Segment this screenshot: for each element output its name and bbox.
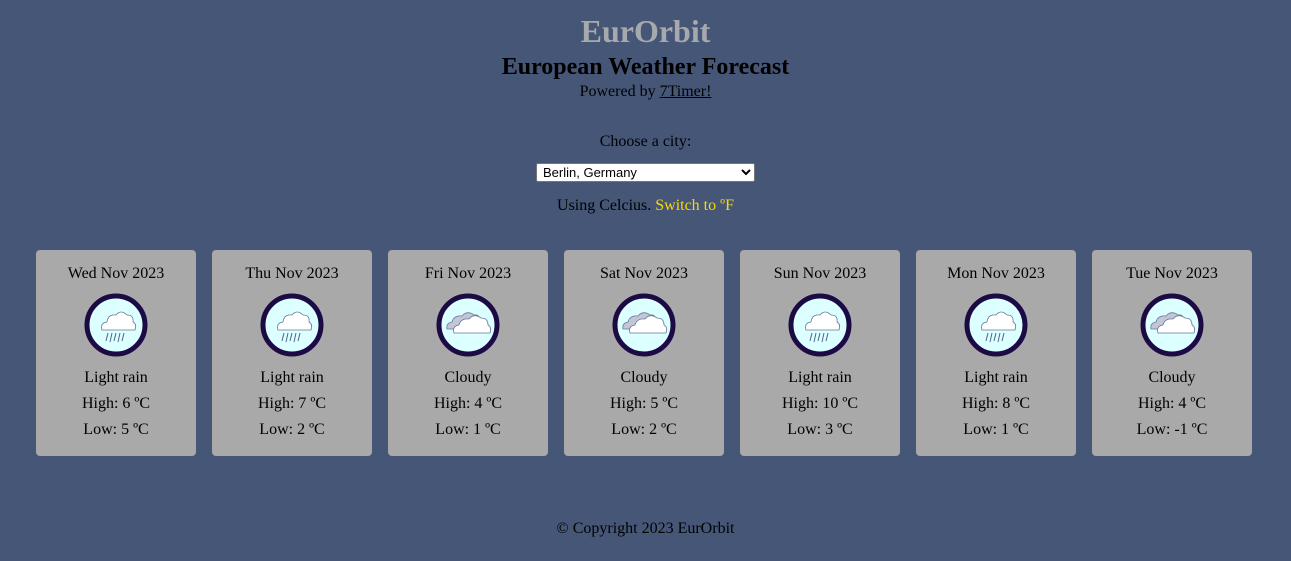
cloudy-icon [436, 293, 500, 357]
forecast-low: Low: -1 ºC [1136, 421, 1208, 438]
forecast-description: Light rain [964, 369, 1028, 386]
cloudy-icon [1140, 293, 1204, 357]
forecast-high: High: 4 ºC [433, 395, 503, 412]
forecast-low: Low: 1 ºC [963, 421, 1029, 438]
forecast-description: Cloudy [1148, 369, 1196, 386]
light-rain-icon [260, 293, 324, 357]
forecast-card: Fri Nov 2023 Cloudy High: 4 ºC Low: 1 ºC [388, 250, 548, 456]
brand-title: EurOrbit [580, 13, 711, 49]
cloudy-icon [612, 293, 676, 357]
forecast-date: Sun Nov 2023 [773, 265, 867, 282]
units-current: Using Celcius. [557, 197, 652, 214]
forecast-description: Cloudy [620, 369, 668, 386]
city-select[interactable]: Berlin, Germany [536, 163, 755, 182]
forecast-low: Low: 2 ºC [611, 421, 677, 438]
seven-timer-link[interactable]: 7Timer! [660, 83, 712, 100]
forecast-date: Mon Nov 2023 [947, 265, 1045, 282]
city-picker-label: Choose a city: [599, 133, 692, 150]
light-rain-icon [84, 293, 148, 357]
forecast-description: Cloudy [444, 369, 492, 386]
forecast-low: Low: 1 ºC [435, 421, 501, 438]
forecast-low: Low: 5 ºC [83, 421, 149, 438]
forecast-date: Tue Nov 2023 [1126, 265, 1218, 282]
forecast-cards: Wed Nov 2023 Light rain High: 6 ºC Low: 5 º… [36, 250, 1252, 456]
forecast-description: Light rain [788, 369, 852, 386]
city-picker: Berlin, Germany [0, 163, 1291, 182]
forecast-high: High: 8 ºC [961, 395, 1031, 412]
footer-copyright: © Copyright 2023 EurOrbit [556, 520, 735, 537]
forecast-card: Mon Nov 2023 Light rain High: 8 ºC Low: 1 º… [916, 250, 1076, 456]
forecast-high: High: 4 ºC [1137, 395, 1207, 412]
forecast-card: Wed Nov 2023 Light rain High: 6 ºC Low: 5 º… [36, 250, 196, 456]
forecast-card: Sun Nov 2023 Light rain High: 10 ºC Low: 3 … [740, 250, 900, 456]
forecast-date: Fri Nov 2023 [424, 265, 512, 282]
switch-units-link[interactable]: Switch to ºF [655, 197, 734, 214]
forecast-description: Light rain [84, 369, 148, 386]
page-header: EurOrbit European Weather Forecast Power… [0, 0, 1291, 102]
forecast-card: Sat Nov 2023 Cloudy High: 5 ºC Low: 2 ºC [564, 250, 724, 456]
light-rain-icon [964, 293, 1028, 357]
forecast-date: Sat Nov 2023 [600, 265, 688, 282]
forecast-date: Thu Nov 2023 [245, 265, 339, 282]
forecast-card: Tue Nov 2023 Cloudy High: 4 ºC Low: -1 ºC [1092, 250, 1252, 456]
page-subtitle: European Weather Forecast [501, 54, 790, 80]
powered-by: Powered by 7Timer! [0, 82, 1291, 102]
forecast-low: Low: 2 ºC [259, 421, 325, 438]
forecast-card: Thu Nov 2023 Light rain High: 7 ºC Low: 2 º… [212, 250, 372, 456]
powered-by-prefix: Powered by [579, 83, 660, 100]
forecast-description: Light rain [260, 369, 324, 386]
units-row: Using Celcius. Switch to ºF [0, 196, 1291, 216]
forecast-high: High: 7 ºC [257, 395, 327, 412]
forecast-high: High: 10 ºC [781, 395, 859, 412]
forecast-date: Wed Nov 2023 [67, 265, 165, 282]
light-rain-icon [788, 293, 852, 357]
forecast-high: High: 5 ºC [609, 395, 679, 412]
forecast-low: Low: 3 ºC [787, 421, 853, 438]
forecast-high: High: 6 ºC [81, 395, 151, 412]
